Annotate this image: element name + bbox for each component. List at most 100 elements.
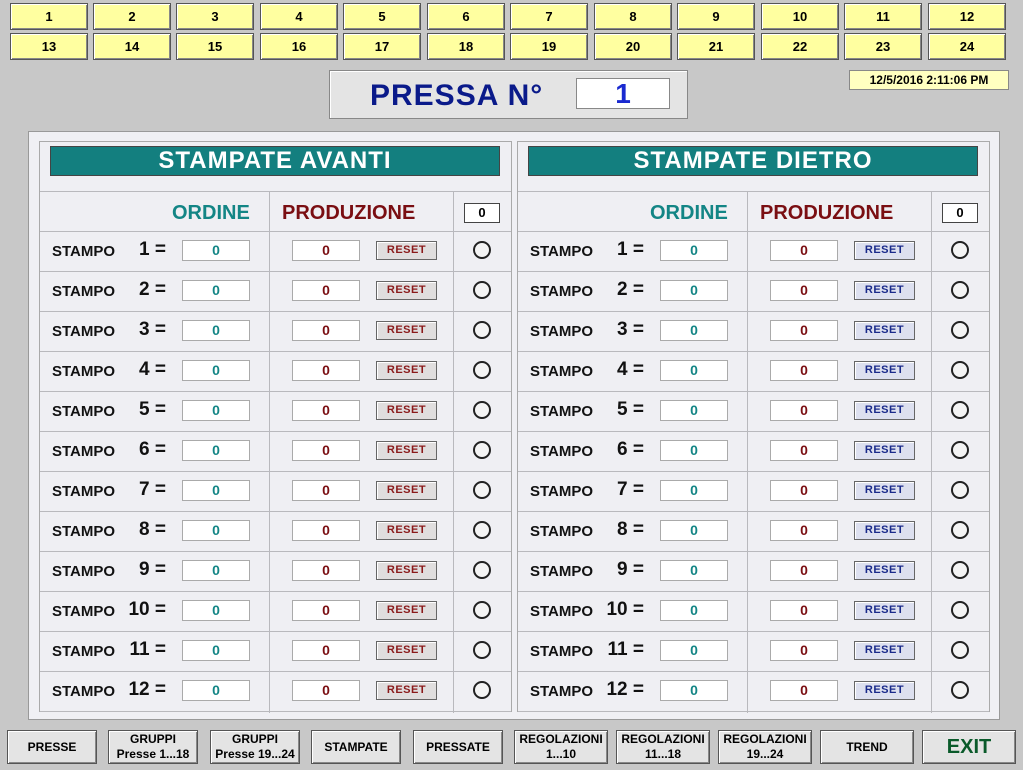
ordine-field[interactable]: 0 (660, 440, 728, 461)
press-button-1[interactable]: 1 (10, 3, 88, 30)
section-stampate-avanti: STAMPATE AVANTI ORDINE PRODUZIONE 0 STAMPO 1 … (39, 141, 512, 713)
reset-button[interactable]: RESET (854, 321, 915, 340)
ordine-field[interactable]: 0 (182, 280, 250, 301)
status-indicator-icon (951, 361, 969, 379)
ordine-field[interactable]: 0 (182, 520, 250, 541)
trend-button[interactable]: TREND (820, 730, 914, 764)
ordine-field[interactable]: 0 (660, 680, 728, 701)
reset-button[interactable]: RESET (854, 641, 915, 660)
ordine-field[interactable]: 0 (660, 640, 728, 661)
press-button-14[interactable]: 14 (93, 33, 171, 60)
press-button-13[interactable]: 13 (10, 33, 88, 60)
ordine-field[interactable]: 0 (182, 400, 250, 421)
reset-button[interactable]: RESET (376, 281, 437, 300)
press-button-10[interactable]: 10 (761, 3, 839, 30)
regolazioni-11-18-button[interactable]: REGOLAZIONI 11...18 (616, 730, 710, 764)
press-button-11[interactable]: 11 (844, 3, 922, 30)
ordine-field[interactable]: 0 (182, 440, 250, 461)
press-button-22[interactable]: 22 (761, 33, 839, 60)
reset-button[interactable]: RESET (854, 281, 915, 300)
reset-button[interactable]: RESET (376, 441, 437, 460)
reset-button[interactable]: RESET (854, 361, 915, 380)
reset-button[interactable]: RESET (854, 521, 915, 540)
ordine-field[interactable]: 0 (660, 560, 728, 581)
reset-button[interactable]: RESET (376, 641, 437, 660)
ordine-field[interactable]: 0 (660, 360, 728, 381)
press-button-4[interactable]: 4 (260, 3, 338, 30)
reset-button[interactable]: RESET (854, 561, 915, 580)
press-button-3[interactable]: 3 (176, 3, 254, 30)
press-button-23[interactable]: 23 (844, 33, 922, 60)
gruppi-1-18-button[interactable]: GRUPPI Presse 1...18 (108, 730, 198, 764)
reset-button[interactable]: RESET (854, 441, 915, 460)
gruppi-19-24-button[interactable]: GRUPPI Presse 19...24 (210, 730, 300, 764)
reset-button[interactable]: RESET (376, 521, 437, 540)
stampo-label: STAMPO (530, 523, 594, 540)
press-button-24[interactable]: 24 (928, 33, 1006, 60)
ordine-field[interactable]: 0 (182, 640, 250, 661)
produzione-field: 0 (292, 600, 360, 621)
reset-button[interactable]: RESET (854, 681, 915, 700)
ordine-field[interactable]: 0 (660, 600, 728, 621)
main-panel: STAMPATE AVANTI ORDINE PRODUZIONE 0 STAMPO 1 … (28, 131, 1000, 720)
reset-button[interactable]: RESET (376, 361, 437, 380)
reset-button[interactable]: RESET (376, 401, 437, 420)
stampo-number: 1 = (139, 239, 166, 260)
stampo-row: STAMPO 3 = 0 0 RESET (40, 311, 511, 351)
stampo-row: STAMPO 8 = 0 0 RESET (518, 511, 989, 551)
ordine-field[interactable]: 0 (182, 680, 250, 701)
stampo-label: STAMPO (530, 243, 594, 260)
stampo-row: STAMPO 6 = 0 0 RESET (518, 431, 989, 471)
stampo-row: STAMPO 12 = 0 0 RESET (40, 671, 511, 711)
pressate-button[interactable]: PRESSATE (413, 730, 503, 764)
reset-button[interactable]: RESET (376, 481, 437, 500)
ordine-field[interactable]: 0 (182, 240, 250, 261)
press-button-15[interactable]: 15 (176, 33, 254, 60)
column-header-ordine: ORDINE (650, 202, 728, 224)
stampo-row: STAMPO 5 = 0 0 RESET (40, 391, 511, 431)
ordine-field[interactable]: 0 (660, 280, 728, 301)
reset-button[interactable]: RESET (376, 601, 437, 620)
ordine-field[interactable]: 0 (660, 240, 728, 261)
total-counter: 0 (464, 203, 500, 223)
reset-button[interactable]: RESET (376, 681, 437, 700)
regolazioni-19-24-button[interactable]: REGOLAZIONI 19...24 (718, 730, 812, 764)
presse-button[interactable]: PRESSE (7, 730, 97, 764)
reset-button[interactable]: RESET (854, 401, 915, 420)
press-button-5[interactable]: 5 (343, 3, 421, 30)
press-button-16[interactable]: 16 (260, 33, 338, 60)
press-button-20[interactable]: 20 (594, 33, 672, 60)
ordine-field[interactable]: 0 (182, 480, 250, 501)
reset-button[interactable]: RESET (376, 321, 437, 340)
stampo-number: 2 = (139, 279, 166, 300)
reset-button[interactable]: RESET (854, 481, 915, 500)
press-button-18[interactable]: 18 (427, 33, 505, 60)
ordine-field[interactable]: 0 (660, 400, 728, 421)
reset-button[interactable]: RESET (376, 241, 437, 260)
reset-button[interactable]: RESET (854, 241, 915, 260)
stampo-row: STAMPO 4 = 0 0 RESET (518, 351, 989, 391)
press-button-12[interactable]: 12 (928, 3, 1006, 30)
stampate-button[interactable]: STAMPATE (311, 730, 401, 764)
press-button-17[interactable]: 17 (343, 33, 421, 60)
press-button-9[interactable]: 9 (677, 3, 755, 30)
bottom-nav-bar: PRESSE GRUPPI Presse 1...18 GRUPPI Presse … (0, 726, 1023, 770)
ordine-field[interactable]: 0 (182, 360, 250, 381)
press-button-19[interactable]: 19 (510, 33, 588, 60)
reset-button[interactable]: RESET (854, 601, 915, 620)
press-button-6[interactable]: 6 (427, 3, 505, 30)
ordine-field[interactable]: 0 (182, 560, 250, 581)
press-button-7[interactable]: 7 (510, 3, 588, 30)
ordine-field[interactable]: 0 (660, 520, 728, 541)
exit-button[interactable]: EXIT (922, 730, 1016, 764)
ordine-field[interactable]: 0 (182, 320, 250, 341)
ordine-field[interactable]: 0 (660, 480, 728, 501)
press-button-8[interactable]: 8 (594, 3, 672, 30)
press-button-2[interactable]: 2 (93, 3, 171, 30)
ordine-field[interactable]: 0 (660, 320, 728, 341)
regolazioni-1-10-button[interactable]: REGOLAZIONI 1...10 (514, 730, 608, 764)
stampo-label: STAMPO (530, 403, 594, 420)
press-button-21[interactable]: 21 (677, 33, 755, 60)
ordine-field[interactable]: 0 (182, 600, 250, 621)
reset-button[interactable]: RESET (376, 561, 437, 580)
